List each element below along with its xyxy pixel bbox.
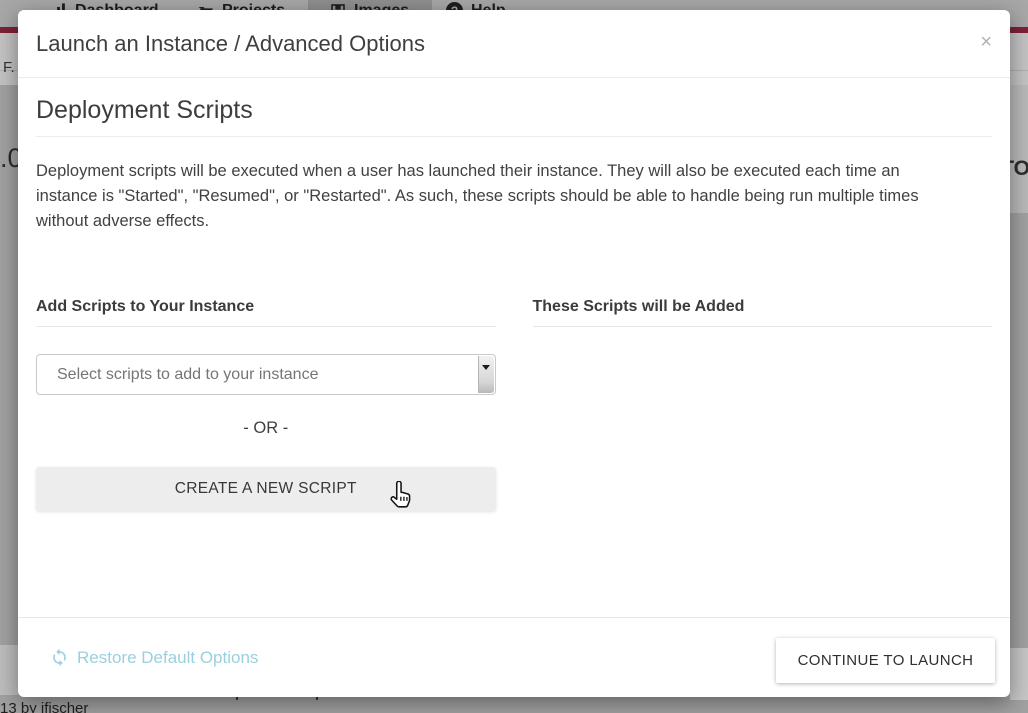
- modal-body: Deployment Scripts Deployment scripts wi…: [18, 96, 1010, 511]
- background-panel-fragment-bottom-right: [1010, 648, 1028, 700]
- add-scripts-column: Add Scripts to Your Instance Select scri…: [36, 298, 496, 511]
- refresh-icon: [50, 648, 69, 667]
- background-panel-fragment-bottom-left: [0, 645, 18, 695]
- advanced-options-modal: Launch an Instance / Advanced Options × …: [18, 10, 1010, 697]
- continue-to-launch-button[interactable]: CONTINUE TO LAUNCH: [776, 638, 995, 683]
- scripts-select[interactable]: Select scripts to add to your instance: [36, 354, 496, 395]
- restore-default-options-link[interactable]: Restore Default Options: [50, 648, 258, 668]
- section-description: Deployment scripts will be executed when…: [36, 159, 962, 234]
- section-heading: Deployment Scripts: [36, 96, 992, 137]
- close-icon[interactable]: ×: [980, 32, 992, 52]
- added-scripts-column-header: These Scripts will be Added: [533, 298, 993, 327]
- scripts-select-placeholder: Select scripts to add to your instance: [37, 366, 318, 384]
- or-separator-text: - OR -: [36, 419, 496, 438]
- added-scripts-column: These Scripts will be Added: [533, 298, 993, 511]
- modal-title: Launch an Instance / Advanced Options: [36, 31, 425, 57]
- restore-default-options-label: Restore Default Options: [77, 648, 258, 668]
- chevron-down-icon[interactable]: [478, 356, 494, 393]
- background-text-fragment-byline: 13 by jfischer: [0, 700, 88, 713]
- background-text-fragment-left-top: F.: [3, 59, 15, 76]
- modal-header: Launch an Instance / Advanced Options ×: [18, 10, 1010, 78]
- background-panel-fragment-right: TO: [1010, 85, 1028, 213]
- add-scripts-column-header: Add Scripts to Your Instance: [36, 298, 496, 327]
- create-new-script-button[interactable]: CREATE A NEW SCRIPT: [36, 467, 496, 511]
- two-column-layout: Add Scripts to Your Instance Select scri…: [36, 298, 992, 511]
- modal-footer: Restore Default Options CONTINUE TO LAUN…: [18, 617, 1010, 697]
